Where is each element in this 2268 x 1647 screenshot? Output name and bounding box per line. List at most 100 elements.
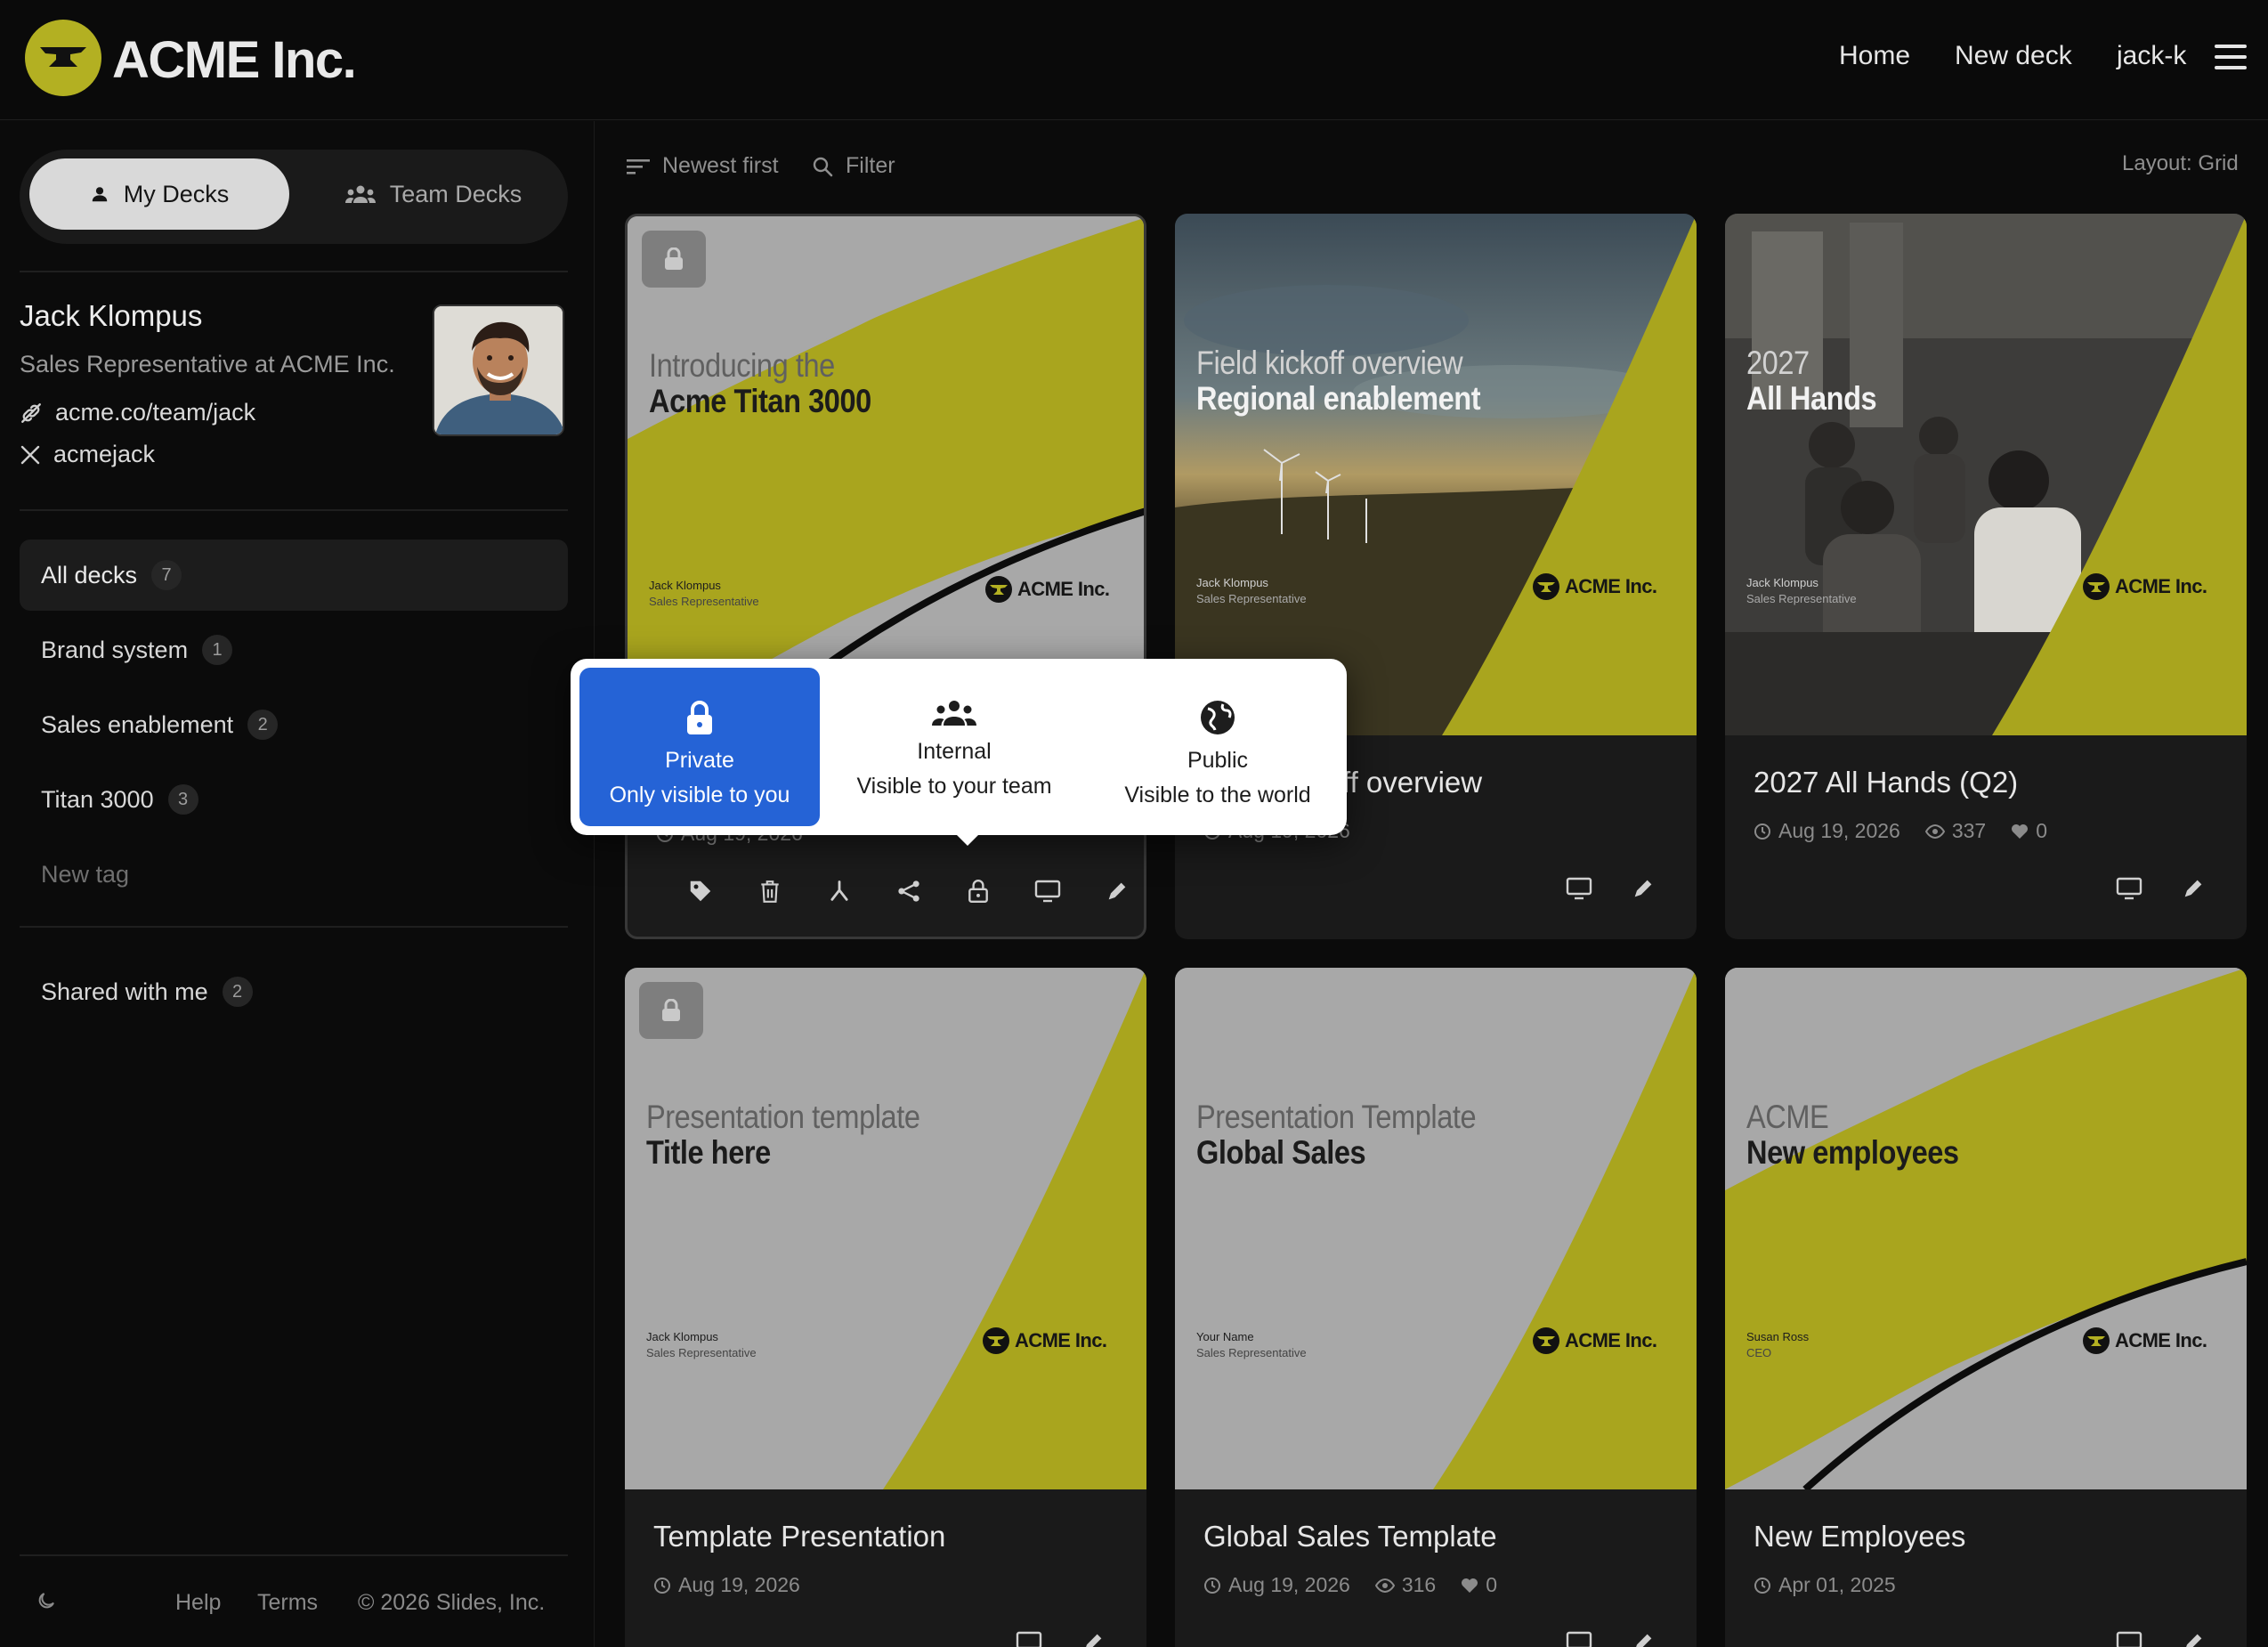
acme-logo-icon[interactable] xyxy=(25,20,101,96)
present-icon[interactable] xyxy=(1565,1628,1593,1647)
profile-website: acme.co/team/jack xyxy=(55,399,256,426)
slide-title-line1: Presentation template xyxy=(646,1099,920,1135)
tab-team-decks[interactable]: Team Decks xyxy=(309,158,558,230)
tag-all-decks[interactable]: All decks 7 xyxy=(20,540,568,611)
tab-my-decks-label: My Decks xyxy=(123,180,230,207)
profile-website-link[interactable]: acme.co/team/jack xyxy=(20,399,255,426)
profile-x-link[interactable]: acmejack xyxy=(20,441,155,468)
deck-actions xyxy=(2115,1628,2207,1647)
present-icon[interactable] xyxy=(2115,1628,2143,1647)
footer-terms-link[interactable]: Terms xyxy=(257,1590,318,1616)
presenter-name: Your Name xyxy=(1196,1330,1254,1343)
nav-user-menu[interactable]: jack-k xyxy=(2117,41,2186,71)
shared-with-me[interactable]: Shared with me 2 xyxy=(20,956,568,1027)
sort-icon xyxy=(627,158,650,174)
deck-title[interactable]: New Employees xyxy=(1754,1520,1965,1554)
profile-name: Jack Klompus xyxy=(20,299,203,332)
deck-title[interactable]: 2027 All Hands (Q2) xyxy=(1754,766,2018,799)
deck-scope-toggle: My Decks Team Decks xyxy=(20,150,568,244)
slide-brand-text: ACME Inc. xyxy=(2115,1329,2207,1351)
tag-label: Sales enablement xyxy=(41,710,234,738)
deck-meta: Aug 19, 2026 xyxy=(653,1573,800,1597)
tag-brand-system[interactable]: Brand system 1 xyxy=(20,614,568,686)
deck-likes: 0 xyxy=(1486,1573,1498,1596)
deck-views: 316 xyxy=(1401,1573,1437,1596)
slide-title-line2: Regional enablement xyxy=(1196,380,1481,417)
deck-actions xyxy=(1015,1628,1107,1647)
new-tag-input[interactable]: New tag xyxy=(20,839,568,910)
present-icon[interactable] xyxy=(1015,1628,1043,1647)
logo-text[interactable]: ACME Inc. xyxy=(112,30,357,90)
deck-title[interactable]: ff overview xyxy=(1342,766,1482,799)
deck-card[interactable]: 2027 All Hands Jack Klompus Sales Repres… xyxy=(1725,214,2247,939)
tag-count: 2 xyxy=(247,710,279,740)
private-lock-icon xyxy=(642,231,706,288)
slide-brand-text: ACME Inc. xyxy=(1565,1329,1657,1351)
visibility-option-internal[interactable]: Internal Visible to your team xyxy=(834,668,1074,826)
tag-label: Titan 3000 xyxy=(41,785,154,813)
slide-brand-text: ACME Inc. xyxy=(1017,578,1110,600)
tag-titan-3000[interactable]: Titan 3000 3 xyxy=(20,764,568,835)
acme-logo-icon xyxy=(1533,573,1559,600)
deck-card[interactable]: Presentation template Title here Jack Kl… xyxy=(625,968,1146,1647)
filter-label: Filter xyxy=(846,153,895,178)
edit-icon[interactable] xyxy=(1629,1628,1657,1647)
deck-title[interactable]: Global Sales Template xyxy=(1203,1520,1497,1554)
search-icon xyxy=(813,157,833,176)
slide-title: ACME New employees xyxy=(1746,1099,1959,1171)
presenter-name: Jack Klompus xyxy=(1196,576,1268,589)
presenter-role: CEO xyxy=(1746,1346,1772,1359)
tag-icon[interactable] xyxy=(686,877,715,905)
visibility-option-private[interactable]: Private Only visible to you xyxy=(579,668,820,826)
tab-my-decks[interactable]: My Decks xyxy=(29,158,289,230)
tag-count: 7 xyxy=(151,560,182,590)
acme-logo-icon xyxy=(2083,573,2110,600)
deck-title[interactable]: Template Presentation xyxy=(653,1520,945,1554)
sort-button[interactable]: Newest first xyxy=(627,153,779,179)
nav-new-deck[interactable]: New deck xyxy=(1955,41,2072,71)
deck-thumbnail[interactable]: Field kickoff overview Regional enableme… xyxy=(1175,214,1697,735)
slide-presenter: Susan Ross CEO xyxy=(1746,1329,1809,1361)
edit-icon[interactable] xyxy=(2179,1628,2207,1647)
present-icon[interactable] xyxy=(1565,874,1593,903)
deck-meta: Aug 19, 2026 337 0 xyxy=(1754,819,2047,843)
footer-help-link[interactable]: Help xyxy=(175,1590,221,1616)
slide-title-line1: 2027 xyxy=(1746,345,1810,381)
edit-icon[interactable] xyxy=(1103,877,1131,905)
present-icon[interactable] xyxy=(1033,877,1062,905)
visibility-option-public[interactable]: Public Visible to the world xyxy=(1098,668,1338,826)
deck-thumbnail[interactable]: Presentation template Title here Jack Kl… xyxy=(625,968,1146,1489)
edit-icon[interactable] xyxy=(2179,874,2207,903)
edit-icon[interactable] xyxy=(1079,1628,1107,1647)
slide-brand: ACME Inc. xyxy=(2083,573,2207,600)
filter-button[interactable]: Filter xyxy=(812,153,895,179)
trash-icon[interactable] xyxy=(756,877,784,905)
nav-home[interactable]: Home xyxy=(1839,41,1910,71)
tag-label: Brand system xyxy=(41,636,189,663)
deck-thumbnail[interactable]: Presentation Template Global Sales Your … xyxy=(1175,968,1697,1489)
deck-actions xyxy=(686,877,1131,905)
profile-role: Sales Representative at ACME Inc. xyxy=(20,351,395,377)
slide-title-line1: Field kickoff overview xyxy=(1196,345,1463,381)
presenter-name: Susan Ross xyxy=(1746,1330,1810,1343)
x-logo-icon xyxy=(20,445,40,464)
tag-sales-enablement[interactable]: Sales enablement 2 xyxy=(20,689,568,760)
deck-thumbnail[interactable]: 2027 All Hands Jack Klompus Sales Repres… xyxy=(1725,214,2247,735)
presenter-name: Jack Klompus xyxy=(1746,576,1818,589)
deck-card[interactable]: Presentation Template Global Sales Your … xyxy=(1175,968,1697,1647)
fork-icon[interactable] xyxy=(825,877,854,905)
edit-icon[interactable] xyxy=(1629,874,1657,903)
menu-icon[interactable] xyxy=(2215,45,2247,69)
present-icon[interactable] xyxy=(2115,874,2143,903)
layout-toggle[interactable]: Layout: Grid xyxy=(2122,151,2239,176)
share-icon[interactable] xyxy=(895,877,923,905)
deck-thumbnail[interactable]: ACME New employees Susan Ross CEO ACME I… xyxy=(1725,968,2247,1489)
deck-actions xyxy=(1565,1628,1657,1647)
presenter-role: Sales Representative xyxy=(1746,592,1857,605)
deck-actions xyxy=(2115,874,2207,903)
deck-card[interactable]: ACME New employees Susan Ross CEO ACME I… xyxy=(1725,968,2247,1647)
visibility-lock-icon[interactable] xyxy=(964,877,992,905)
dark-mode-icon[interactable] xyxy=(36,1590,57,1611)
slide-brand: ACME Inc. xyxy=(2083,1327,2207,1354)
slide-title-line1: Introducing the xyxy=(649,347,835,384)
